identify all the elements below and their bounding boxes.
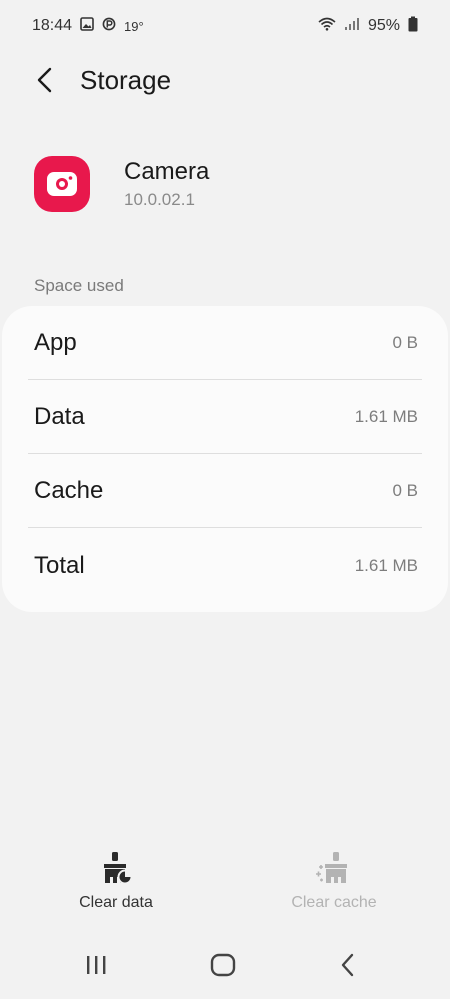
row-label: Total [34, 552, 85, 579]
clear-cache-icon [316, 852, 347, 883]
app-name: Camera [124, 158, 210, 185]
bottom-actions: Clear data Clear cache [0, 850, 450, 930]
clear-data-label: Clear data [79, 894, 153, 911]
app-info: Camera 10.0.02.1 [34, 156, 209, 212]
back-arrow-icon [37, 67, 52, 93]
clear-data-button[interactable]: Clear data [36, 850, 196, 912]
nav-back-button[interactable] [318, 945, 378, 985]
page-title: Storage [80, 64, 172, 95]
clear-cache-button[interactable]: Clear cache [254, 850, 414, 912]
space-used-card: App 0 B Data 1.61 MB Cache 0 B Total 1.6… [2, 306, 448, 612]
row-label: App [34, 328, 77, 356]
space-used-label: Space used [34, 276, 124, 295]
clear-data-icon [104, 852, 133, 885]
status-time: 18:44 [32, 17, 73, 34]
navigation-bar [0, 935, 450, 999]
row-value: 0 B [392, 480, 418, 500]
app-version: 10.0.02.1 [124, 190, 195, 209]
wifi-icon [318, 17, 336, 36]
storage-row-data: Data 1.61 MB [28, 380, 422, 454]
back-button[interactable] [18, 52, 74, 108]
battery-icon [408, 16, 418, 37]
app-header: Storage [0, 52, 450, 108]
storage-row-total: Total 1.61 MB [28, 529, 422, 603]
camera-app-icon [34, 156, 90, 212]
nav-back-icon [341, 953, 354, 977]
row-value: 1.61 MB [354, 406, 418, 426]
storage-screen: 18:44 19° 95% Storage Camera 10.0.02.1 S… [0, 0, 450, 999]
row-value: 0 B [392, 332, 418, 352]
storage-row-app: App 0 B [28, 306, 422, 380]
app-text: Camera 10.0.02.1 [124, 158, 209, 210]
image-icon [80, 16, 94, 36]
app-p-icon [102, 17, 116, 36]
clear-cache-label: Clear cache [291, 894, 377, 911]
status-right: 95% [318, 16, 418, 37]
home-icon [210, 953, 236, 977]
storage-row-cache: Cache 0 B [28, 454, 422, 528]
recent-apps-button[interactable] [66, 945, 126, 985]
row-value: 1.61 MB [354, 556, 418, 575]
recent-apps-icon [87, 956, 106, 974]
status-bar: 18:44 19° 95% [0, 0, 450, 52]
status-temperature: 19° [124, 18, 144, 34]
row-label: Data [34, 402, 85, 430]
status-battery: 95% [367, 17, 400, 34]
signal-icon [344, 17, 360, 36]
home-button[interactable] [193, 945, 253, 985]
status-left: 18:44 19° [32, 16, 144, 36]
row-label: Cache [34, 476, 104, 504]
